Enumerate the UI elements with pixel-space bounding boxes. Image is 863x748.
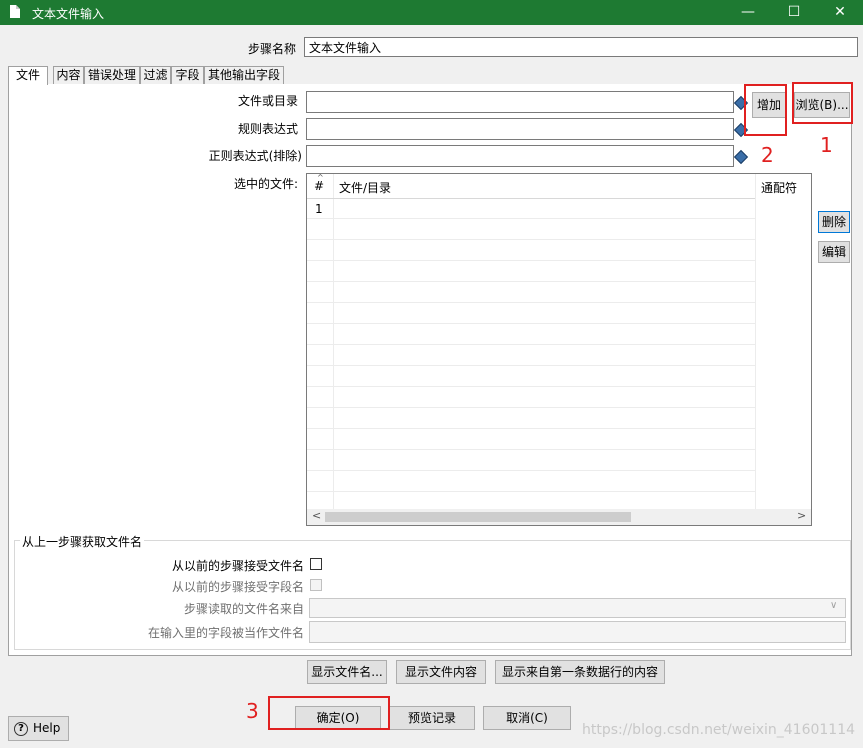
accept-fieldname-label: 从以前的步骤接受字段名: [171, 580, 304, 594]
delete-button[interactable]: 删除: [818, 211, 850, 233]
row-line: [307, 260, 755, 261]
show-filename-button[interactable]: 显示文件名...: [307, 660, 387, 684]
row-line: [307, 281, 755, 282]
source-step-label: 步骤读取的文件名来自: [183, 602, 304, 616]
annotation-box-3: [268, 696, 390, 730]
tab-file[interactable]: 文件: [8, 66, 48, 85]
title-bar: 文本文件输入 — ☐ ✕: [0, 0, 863, 25]
row-line: [307, 365, 755, 366]
tab-filter[interactable]: 过滤: [140, 66, 171, 84]
annotation-number-2: 2: [761, 143, 774, 167]
regex-exclude-label: 正则表达式(排除): [208, 149, 302, 163]
scroll-left-icon[interactable]: <: [312, 509, 321, 522]
selected-files-label: 选中的文件:: [233, 177, 298, 191]
regex-label: 规则表达式: [237, 122, 298, 136]
show-first-row-button[interactable]: 显示来自第一条数据行的内容: [495, 660, 665, 684]
maximize-button[interactable]: ☐: [771, 0, 817, 25]
minimize-button[interactable]: —: [725, 0, 771, 25]
annotation-number-3: 3: [246, 699, 259, 723]
close-button[interactable]: ✕: [817, 0, 863, 25]
column-divider: [333, 174, 334, 510]
annotation-box-2: [744, 84, 787, 136]
document-icon: [10, 5, 20, 18]
file-or-dir-input[interactable]: [306, 91, 734, 113]
col-header-path[interactable]: 文件/目录: [339, 179, 391, 196]
row-number: 1: [315, 202, 323, 216]
field-as-filename-label: 在输入里的字段被当作文件名: [147, 626, 304, 640]
row-line: [307, 218, 755, 219]
table-row[interactable]: 1: [307, 199, 807, 219]
preview-button[interactable]: 预览记录: [389, 706, 475, 730]
tab-fields[interactable]: 字段: [171, 66, 204, 84]
tab-other-output-fields[interactable]: 其他输出字段: [204, 66, 284, 84]
regex-exclude-input[interactable]: [306, 145, 734, 167]
show-content-button[interactable]: 显示文件内容: [396, 660, 486, 684]
row-line: [307, 491, 755, 492]
col-header-num[interactable]: #: [314, 179, 324, 193]
scrollbar-thumb[interactable]: [325, 512, 631, 522]
help-button[interactable]: ? Help: [8, 716, 69, 741]
row-line: [307, 407, 755, 408]
watermark: https://blog.csdn.net/weixin_41601114: [582, 722, 856, 738]
row-line: [307, 470, 755, 471]
source-step-select[interactable]: ∨: [309, 598, 846, 618]
cancel-button[interactable]: 取消(C): [483, 706, 571, 730]
step-name-label: 步骤名称: [247, 42, 296, 56]
file-or-dir-label: 文件或目录: [237, 94, 298, 108]
selected-files-table[interactable]: ^ # 文件/目录 通配符 1 < >: [306, 173, 812, 526]
prev-step-group-title: 从上一步骤获取文件名: [20, 533, 145, 550]
chevron-down-icon: ∨: [830, 600, 838, 611]
row-line: [307, 386, 755, 387]
column-divider: [755, 174, 756, 510]
horizontal-scrollbar[interactable]: < >: [307, 509, 811, 525]
row-line: [307, 323, 755, 324]
field-as-filename-input[interactable]: [309, 621, 846, 643]
tab-content[interactable]: 内容: [53, 66, 84, 84]
row-line: [307, 302, 755, 303]
annotation-box-1: [792, 82, 853, 124]
edit-button[interactable]: 编辑: [818, 241, 850, 263]
annotation-number-1: 1: [820, 133, 833, 157]
step-name-input[interactable]: [304, 37, 858, 57]
regex-input[interactable]: [306, 118, 734, 140]
window-title: 文本文件输入: [32, 7, 105, 21]
row-line: [307, 428, 755, 429]
row-line: [307, 239, 755, 240]
help-icon: ?: [14, 722, 28, 736]
help-label: Help: [33, 721, 61, 735]
row-line: [307, 449, 755, 450]
accept-fieldname-checkbox[interactable]: [310, 579, 322, 591]
accept-filenames-checkbox[interactable]: [310, 558, 322, 570]
accept-filenames-label: 从以前的步骤接受文件名: [171, 559, 304, 573]
scroll-right-icon[interactable]: >: [797, 509, 806, 522]
row-line: [307, 344, 755, 345]
tab-error-handling[interactable]: 错误处理: [84, 66, 140, 84]
col-header-wildcard[interactable]: 通配符: [761, 179, 797, 196]
